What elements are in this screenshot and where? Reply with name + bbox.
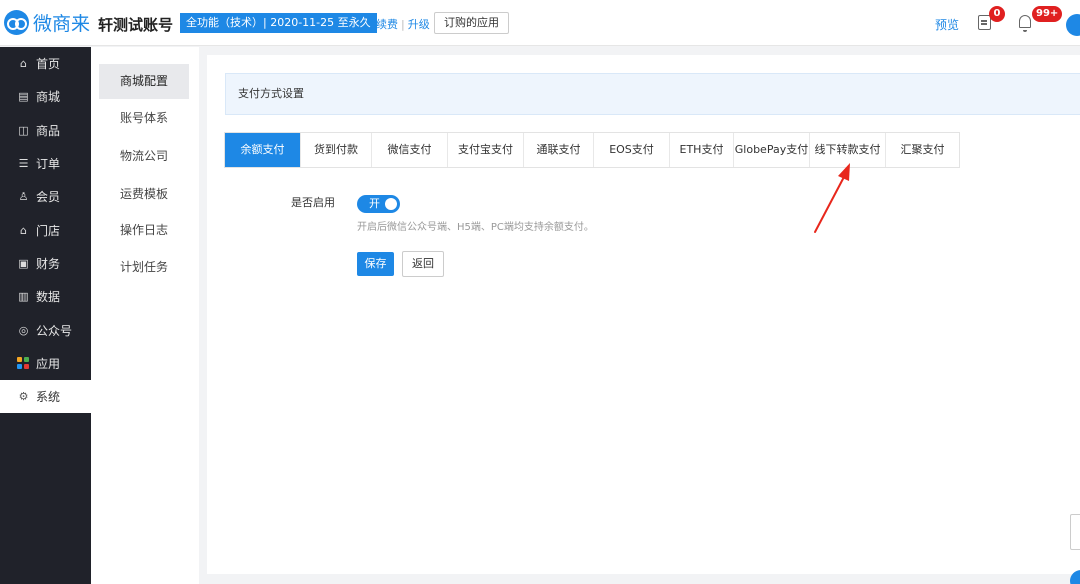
tab-globepay[interactable]: GlobePay支付 (734, 133, 810, 167)
member-icon: ♙ (18, 190, 29, 204)
sidebar-item-label: 商城 (36, 90, 61, 105)
avatar[interactable] (1066, 14, 1080, 36)
apps-icon-tile (24, 364, 29, 370)
sidebar-item-apps[interactable]: 应用 (0, 347, 91, 380)
store-icon: ▤ (18, 90, 29, 104)
sidebar-item-label: 商品 (36, 123, 61, 138)
plan-badge: 全功能（技术）| 2020-11-25 至永久 (180, 13, 377, 33)
sidebar-item-label: 系统 (36, 390, 61, 405)
main-sidebar: ⌂ 首页 ▤ 商城 ◫ 商品 ☰ 订单 ♙ 会员 ⌂ 门店 ▣ 财务 ▥ 数据 ◎ 公众号 应用 … (0, 47, 91, 584)
enable-label: 是否启用 (291, 196, 335, 209)
apps-icon (17, 356, 30, 370)
sidebar-item-system[interactable]: ⚙ 系统 (0, 379, 91, 414)
sidebar-item-data[interactable]: ▥ 数据 (0, 280, 91, 313)
home-icon: ⌂ (20, 57, 27, 71)
subnav-item-mall-config[interactable]: 商城配置 (99, 64, 189, 99)
data-icon: ▥ (18, 290, 29, 304)
shop-icon: ⌂ (20, 223, 27, 237)
subnav-item-account-system[interactable]: 账号体系 (99, 101, 189, 136)
apps-icon-tile (17, 356, 22, 362)
logo-icon (4, 10, 29, 35)
subnav-item-shipping-template[interactable]: 运费模板 (99, 177, 189, 212)
sidebar-item-label: 应用 (36, 356, 61, 371)
main-panel: 支付方式设置 余额支付 货到付款 微信支付 支付宝支付 通联支付 EOS支付 E… (207, 55, 1080, 574)
tab-alipay[interactable]: 支付宝支付 (448, 133, 524, 167)
subnav-item-logistics[interactable]: 物流公司 (99, 139, 189, 174)
sidebar-item-label: 会员 (36, 190, 61, 205)
subnav-item-scheduled-tasks[interactable]: 计划任务 (99, 250, 189, 285)
link-separator: | (401, 18, 405, 31)
brand-logo[interactable]: 微商来 (4, 9, 90, 36)
sidebar-item-shops[interactable]: ⌂ 门店 (0, 213, 91, 246)
tab-eos-pay[interactable]: EOS支付 (594, 133, 670, 167)
switch-text: 开 (369, 197, 380, 210)
sidebar-item-store[interactable]: ▤ 商城 (0, 80, 91, 113)
sidebar-item-label: 数据 (36, 290, 61, 305)
payment-tabs: 余额支付 货到付款 微信支付 支付宝支付 通联支付 EOS支付 ETH支付 Gl… (224, 132, 960, 168)
finance-icon: ▣ (18, 256, 29, 270)
apps-icon-tile (24, 356, 29, 362)
enable-hint: 开启后微信公众号端、H5端、PC端均支持余额支付。 (357, 222, 594, 233)
tab-wechat-pay[interactable]: 微信支付 (372, 133, 448, 167)
top-header: 微商来 轩测试账号 全功能（技术）| 2020-11-25 至永久 续费 | 升级 … (0, 0, 1080, 46)
preview-link[interactable]: 预览 (935, 16, 959, 33)
tab-eth-pay[interactable]: ETH支付 (670, 133, 734, 167)
subscribed-apps-button[interactable]: 订购的应用 (434, 12, 509, 34)
document-count-badge: 0 (989, 6, 1005, 22)
renew-upgrade-links: 续费 | 升级 (376, 16, 430, 32)
tab-joinpay[interactable]: 汇聚支付 (886, 133, 959, 167)
tab-balance-pay[interactable]: 余额支付 (225, 133, 301, 167)
bell-icon[interactable] (1019, 15, 1031, 32)
notification-count-badge: 99+ (1032, 6, 1063, 22)
save-button[interactable]: 保存 (357, 252, 394, 276)
sidebar-item-label: 门店 (36, 223, 61, 238)
sidebar-item-members[interactable]: ♙ 会员 (0, 180, 91, 213)
sidebar-item-label: 公众号 (36, 323, 73, 338)
wechat-official-icon: ◎ (18, 323, 29, 337)
tab-cash-on-delivery[interactable]: 货到付款 (301, 133, 372, 167)
sidebar-item-finance[interactable]: ▣ 财务 (0, 247, 91, 280)
upgrade-link[interactable]: 升级 (408, 18, 430, 31)
sidebar-item-orders[interactable]: ☰ 订单 (0, 147, 91, 180)
floating-side-widget[interactable] (1070, 514, 1080, 550)
goods-icon: ◫ (18, 123, 29, 137)
back-button[interactable]: 返回 (402, 251, 444, 277)
sidebar-item-label: 财务 (36, 256, 61, 271)
sidebar-item-official-account[interactable]: ◎ 公众号 (0, 313, 91, 346)
sidebar-item-home[interactable]: ⌂ 首页 (0, 47, 91, 80)
renew-link[interactable]: 续费 (376, 18, 398, 31)
logo-text: 微商来 (33, 13, 91, 35)
enable-switch[interactable]: 开 (357, 195, 400, 213)
sidebar-item-label: 订单 (36, 157, 61, 172)
settings-icon: ⚙ (18, 390, 29, 404)
subnav-item-operation-log[interactable]: 操作日志 (99, 213, 189, 248)
sidebar-item-goods[interactable]: ◫ 商品 (0, 114, 91, 147)
order-icon: ☰ (18, 157, 29, 171)
section-title: 支付方式设置 (225, 73, 1080, 115)
tab-offline-transfer[interactable]: 线下转款支付 (810, 133, 886, 167)
switch-knob (385, 198, 397, 210)
account-name: 轩测试账号 (98, 16, 174, 34)
apps-icon-tile (17, 364, 22, 370)
sub-sidebar: 商城配置 账号体系 物流公司 运费模板 操作日志 计划任务 (91, 47, 199, 584)
sidebar-item-label: 首页 (36, 57, 61, 72)
tab-allinpay[interactable]: 通联支付 (524, 133, 594, 167)
